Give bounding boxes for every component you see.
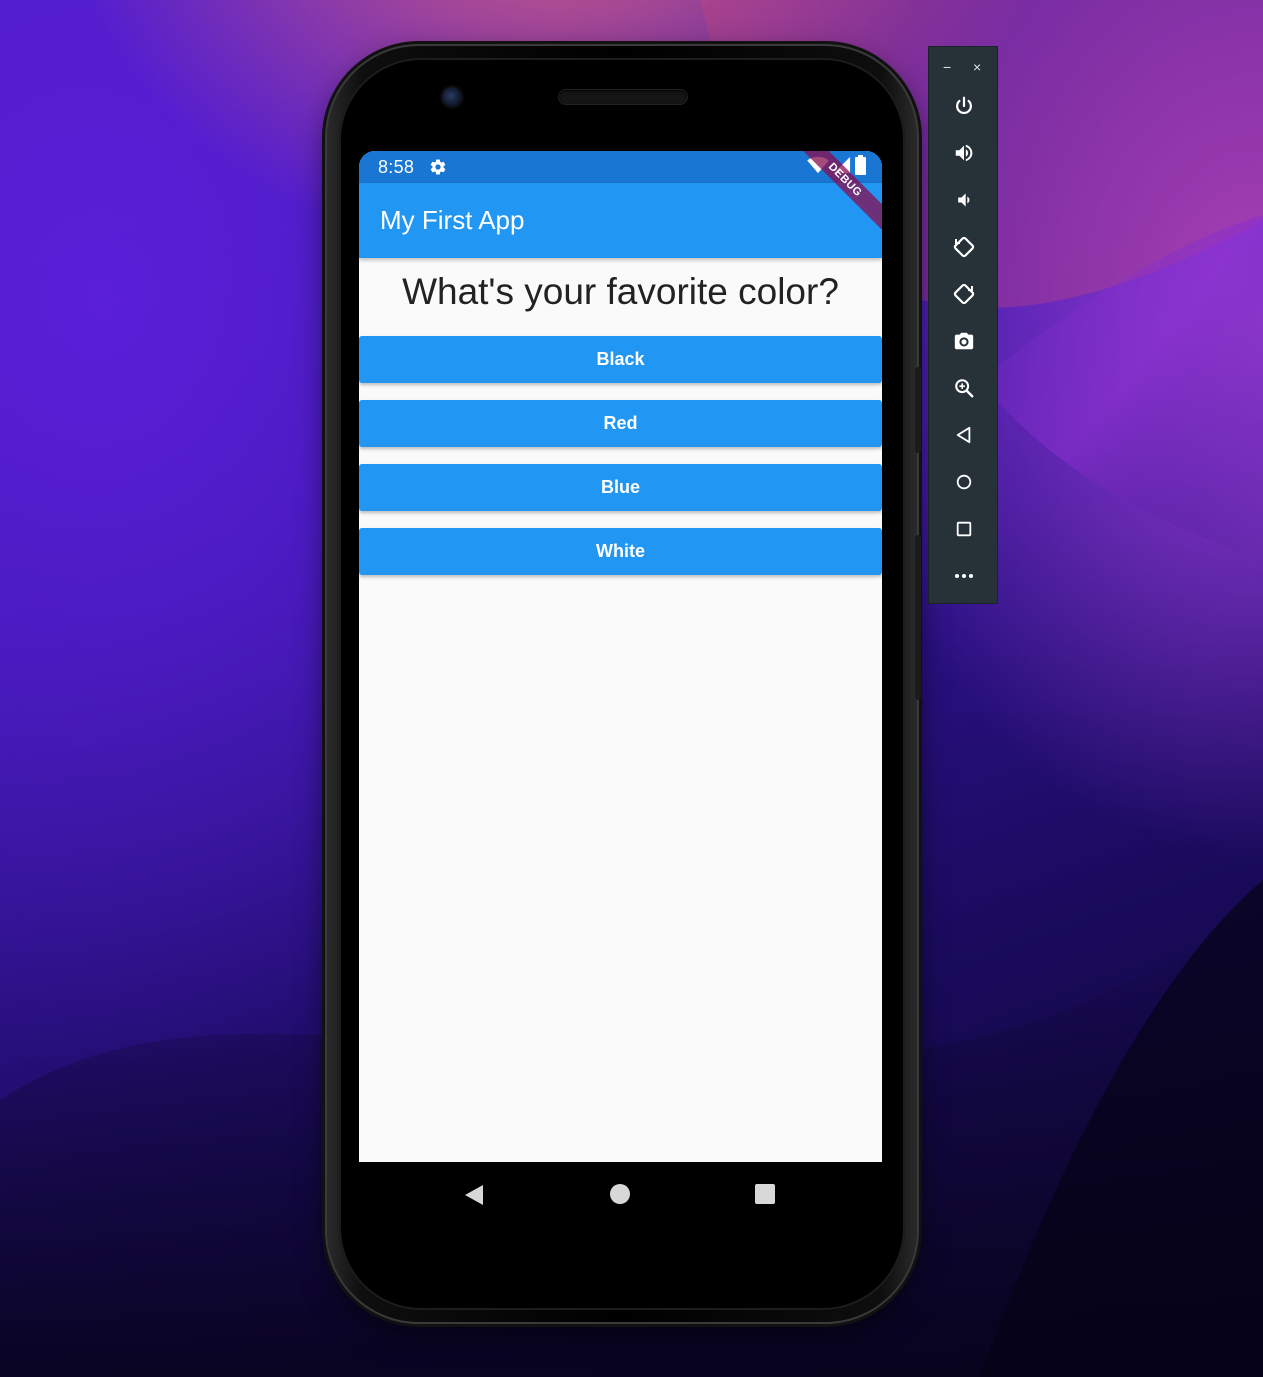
question-text: What's your favorite color?	[402, 271, 839, 312]
status-bar: 8:58	[359, 151, 882, 183]
more-icon	[955, 574, 973, 578]
android-nav-bar	[359, 1162, 882, 1226]
back-icon	[956, 426, 971, 444]
rotate-left-icon	[953, 236, 975, 258]
zoom-icon	[955, 379, 974, 398]
home-icon	[956, 474, 972, 490]
camera-icon	[954, 332, 974, 350]
phone-volume-rocker[interactable]	[915, 535, 921, 700]
app-screen: 8:58 My First App DEBUG What's your favo…	[359, 151, 882, 1162]
nav-home-icon[interactable]	[610, 1184, 630, 1204]
overview-button[interactable]	[948, 513, 980, 545]
front-camera	[442, 87, 462, 107]
back-button[interactable]	[948, 419, 980, 451]
earpiece-speaker	[559, 90, 687, 104]
volume-up-icon	[955, 144, 973, 162]
close-button[interactable]: ×	[973, 57, 981, 77]
toolbar-window-controls: − ×	[929, 57, 999, 77]
phone-power-button[interactable]	[915, 367, 921, 453]
power-icon	[956, 96, 972, 115]
rotate-left-button[interactable]	[948, 231, 980, 263]
nav-overview-icon[interactable]	[755, 1184, 775, 1204]
app-bar: My First App	[359, 183, 882, 258]
answer-button-blue[interactable]: Blue	[359, 464, 882, 511]
answer-button-black[interactable]: Black	[359, 336, 882, 383]
answer-button-white[interactable]: White	[359, 528, 882, 575]
settings-gear-icon	[429, 158, 447, 176]
minimize-button[interactable]: −	[943, 57, 951, 77]
more-button[interactable]	[948, 560, 980, 592]
rotate-right-icon	[953, 283, 975, 305]
zoom-button[interactable]	[948, 372, 980, 404]
overview-icon	[956, 521, 972, 537]
power-button[interactable]	[948, 90, 980, 122]
app-title: My First App	[380, 205, 525, 235]
status-time: 8:58	[378, 157, 415, 177]
emulator-toolbar: − ×	[928, 46, 998, 604]
rotate-right-button[interactable]	[948, 278, 980, 310]
screenshot-button[interactable]	[948, 325, 980, 357]
volume-down-button[interactable]	[948, 184, 980, 216]
volume-up-button[interactable]	[948, 137, 980, 169]
battery-icon	[855, 154, 866, 180]
volume-down-icon	[958, 193, 970, 207]
nav-back-icon[interactable]	[463, 1184, 485, 1211]
answer-button-red[interactable]: Red	[359, 400, 882, 447]
home-button[interactable]	[948, 466, 980, 498]
